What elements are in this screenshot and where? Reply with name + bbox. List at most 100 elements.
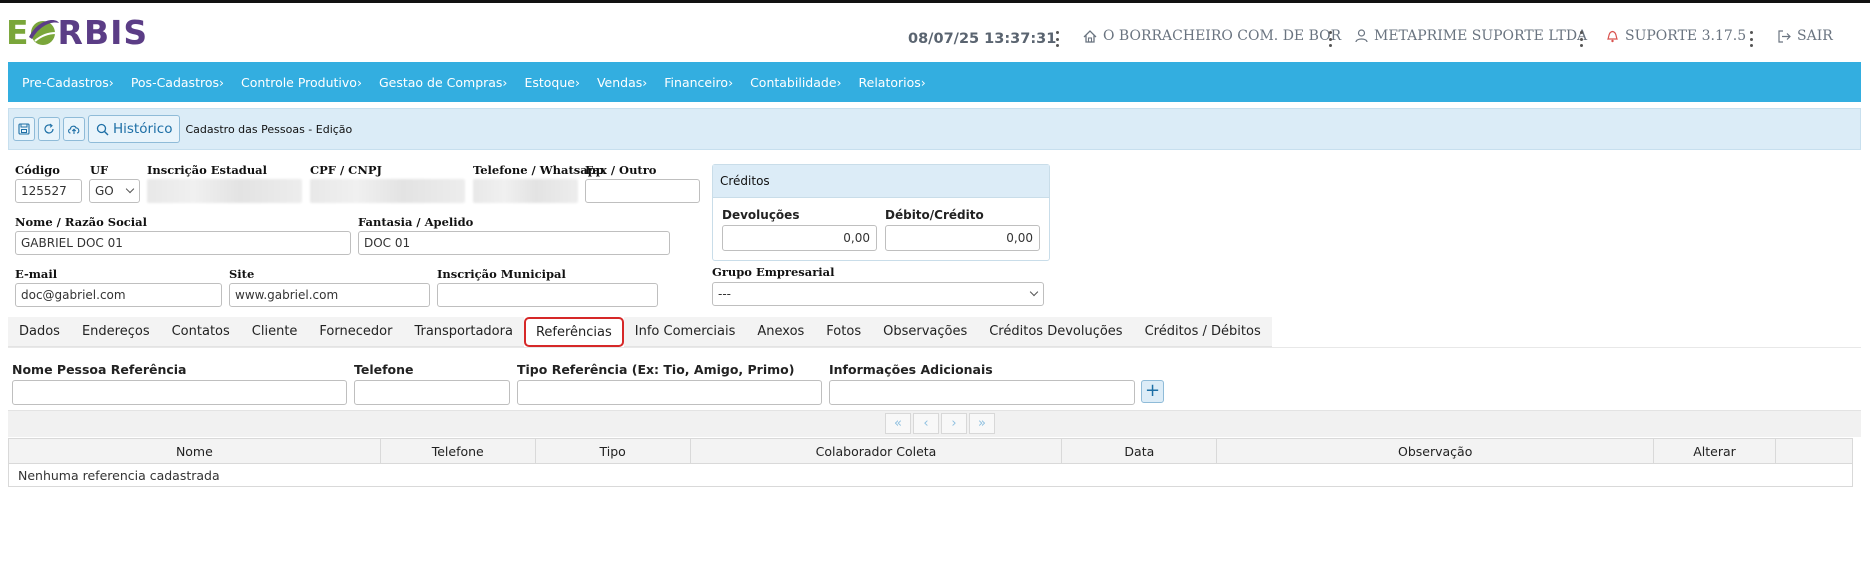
user-selector[interactable]: METAPRIME SUPORTE LTDA <box>1355 28 1587 44</box>
codigo-field[interactable]: 125527 <box>15 179 82 203</box>
nome-referencia-label: Nome Pessoa Referência <box>12 362 187 377</box>
table-header-row: Nome Telefone Tipo Colaborador Coleta Da… <box>8 438 1854 464</box>
user-icon <box>1355 29 1368 43</box>
uf-label: UF <box>90 163 109 177</box>
logout-icon <box>1778 29 1791 43</box>
tab-anexos[interactable]: Anexos <box>746 317 816 347</box>
menu-pos-cadastros[interactable]: Pos-Cadastros› <box>131 75 224 90</box>
codigo-label: Código <box>15 163 60 177</box>
orbis-logo[interactable]: E RBIS <box>6 12 148 52</box>
nome-field[interactable]: GABRIEL DOC 01 <box>15 231 351 255</box>
tab-info-comerciais[interactable]: Info Comerciais <box>623 317 747 347</box>
home-icon <box>1083 29 1097 43</box>
email-label: E-mail <box>15 267 58 281</box>
next-page-button[interactable]: › <box>941 413 967 434</box>
menu-relatorios[interactable]: Relatorios› <box>859 75 926 90</box>
creditos-panel: Créditos Devoluções 0,00 Débito/Crédito … <box>712 164 1050 261</box>
site-field[interactable]: www.gabriel.com <box>229 283 430 307</box>
support-link[interactable]: SUPORTE 3.17.5 <box>1606 28 1746 44</box>
tab-dados[interactable]: Dados <box>8 317 71 347</box>
devolucoes-label: Devoluções <box>722 208 800 222</box>
telefone-referencia-label: Telefone <box>354 362 414 377</box>
nome-referencia-input[interactable] <box>12 380 347 405</box>
column-header-telefone[interactable]: Telefone <box>379 438 536 464</box>
logout-label: SAIR <box>1797 28 1833 44</box>
grupo-empresarial-select[interactable]: --- <box>712 282 1044 306</box>
inscricao-estadual-label: Inscrição Estadual <box>147 163 267 177</box>
tipo-referencia-input[interactable] <box>517 380 822 405</box>
menu-estoque[interactable]: Estoque› <box>524 75 580 90</box>
cpf-cnpj-label: CPF / CNPJ <box>310 163 382 177</box>
menu-contabilidade[interactable]: Contabilidade› <box>750 75 841 90</box>
column-header-data[interactable]: Data <box>1061 438 1218 464</box>
menu-controle-produtivo[interactable]: Controle Produtivo› <box>241 75 362 90</box>
inscricao-municipal-field[interactable] <box>437 283 658 307</box>
upload-button[interactable] <box>63 117 85 141</box>
column-header-alterar[interactable]: Alterar <box>1653 438 1776 464</box>
kebab-menu-icon[interactable] <box>1578 31 1584 47</box>
tab-observacoes[interactable]: Observações <box>872 317 979 347</box>
menu-vendas[interactable]: Vendas› <box>597 75 647 90</box>
refresh-icon <box>44 123 54 134</box>
fax-field[interactable] <box>585 179 700 203</box>
bell-icon <box>1607 30 1618 43</box>
debito-credito-field[interactable]: 0,00 <box>885 225 1040 251</box>
column-header-observacao[interactable]: Observação <box>1216 438 1655 464</box>
current-datetime: 08/07/25 13:37:31 <box>908 31 1057 47</box>
user-name: METAPRIME SUPORTE LTDA <box>1374 28 1588 44</box>
telefone-referencia-input[interactable] <box>354 380 510 405</box>
tab-enderecos[interactable]: Endereços <box>70 317 161 347</box>
kebab-menu-icon[interactable] <box>1327 31 1333 47</box>
pagination: « ‹ › » <box>885 413 997 434</box>
inscricao-estadual-field-redacted[interactable] <box>147 179 302 203</box>
fantasia-field[interactable]: DOC 01 <box>358 231 670 255</box>
debito-credito-label: Débito/Crédito <box>885 208 984 222</box>
devolucoes-field[interactable]: 0,00 <box>722 225 877 251</box>
tab-cliente[interactable]: Cliente <box>240 317 309 347</box>
column-header-colaborador[interactable]: Colaborador Coleta <box>689 438 1063 464</box>
logo-globe-icon <box>26 15 60 49</box>
chevron-down-icon <box>1029 287 1039 297</box>
history-button[interactable]: Histórico <box>88 115 181 143</box>
empty-table-message: Nenhuma referencia cadastrada <box>8 463 1853 487</box>
tab-fotos[interactable]: Fotos <box>815 317 873 347</box>
page-title: Cadastro das Pessoas - Edição <box>185 122 353 136</box>
menu-gestao-compras[interactable]: Gestao de Compras› <box>379 75 507 90</box>
refresh-button[interactable] <box>38 117 60 141</box>
kebab-menu-icon[interactable] <box>1054 31 1060 47</box>
menu-financeiro[interactable]: Financeiro› <box>664 75 733 90</box>
tab-bar: Dados Endereços Contatos Cliente Fornece… <box>8 317 1272 347</box>
fantasia-label: Fantasia / Apelido <box>358 215 474 229</box>
tab-referencias[interactable]: Referências <box>523 317 624 347</box>
tab-creditos-debitos[interactable]: Créditos / Débitos <box>1133 317 1272 347</box>
site-label: Site <box>229 267 255 281</box>
email-field[interactable]: doc@gabriel.com <box>15 283 222 307</box>
column-header-nome[interactable]: Nome <box>8 438 381 464</box>
uf-selected-value: GO <box>95 184 114 198</box>
uf-select[interactable]: GO <box>89 179 140 203</box>
tab-fornecedor[interactable]: Fornecedor <box>308 317 404 347</box>
prev-page-button[interactable]: ‹ <box>913 413 939 434</box>
first-page-button[interactable]: « <box>885 413 911 434</box>
informacoes-adicionais-input[interactable] <box>829 380 1135 405</box>
tab-contatos[interactable]: Contatos <box>160 317 241 347</box>
table-row: Nenhuma referencia cadastrada <box>8 463 1853 487</box>
creditos-title: Créditos <box>713 165 1049 198</box>
company-selector[interactable]: O BORRACHEIRO COM. DE BOR <box>1083 28 1341 44</box>
menu-pre-cadastros[interactable]: Pre-Cadastros› <box>22 75 114 90</box>
telefone-field-redacted[interactable] <box>473 179 578 203</box>
action-toolbar: Histórico Cadastro das Pessoas - Edição <box>8 108 1861 150</box>
column-header-tipo[interactable]: Tipo <box>534 438 691 464</box>
cpf-cnpj-field-redacted[interactable] <box>310 179 465 203</box>
logout-button[interactable]: SAIR <box>1777 28 1833 44</box>
tab-creditos-devolucoes[interactable]: Créditos Devoluções <box>978 317 1134 347</box>
main-menu-bar: Pre-Cadastros› Pos-Cadastros› Controle P… <box>8 62 1861 102</box>
informacoes-adicionais-label: Informações Adicionais <box>829 362 993 377</box>
tab-transportadora[interactable]: Transportadora <box>403 317 524 347</box>
last-page-button[interactable]: » <box>969 413 995 434</box>
save-button[interactable] <box>13 117 35 141</box>
kebab-menu-icon[interactable] <box>1748 31 1754 47</box>
save-icon <box>18 123 30 135</box>
grupo-selected-value: --- <box>718 287 731 301</box>
add-reference-button[interactable]: + <box>1141 380 1164 403</box>
